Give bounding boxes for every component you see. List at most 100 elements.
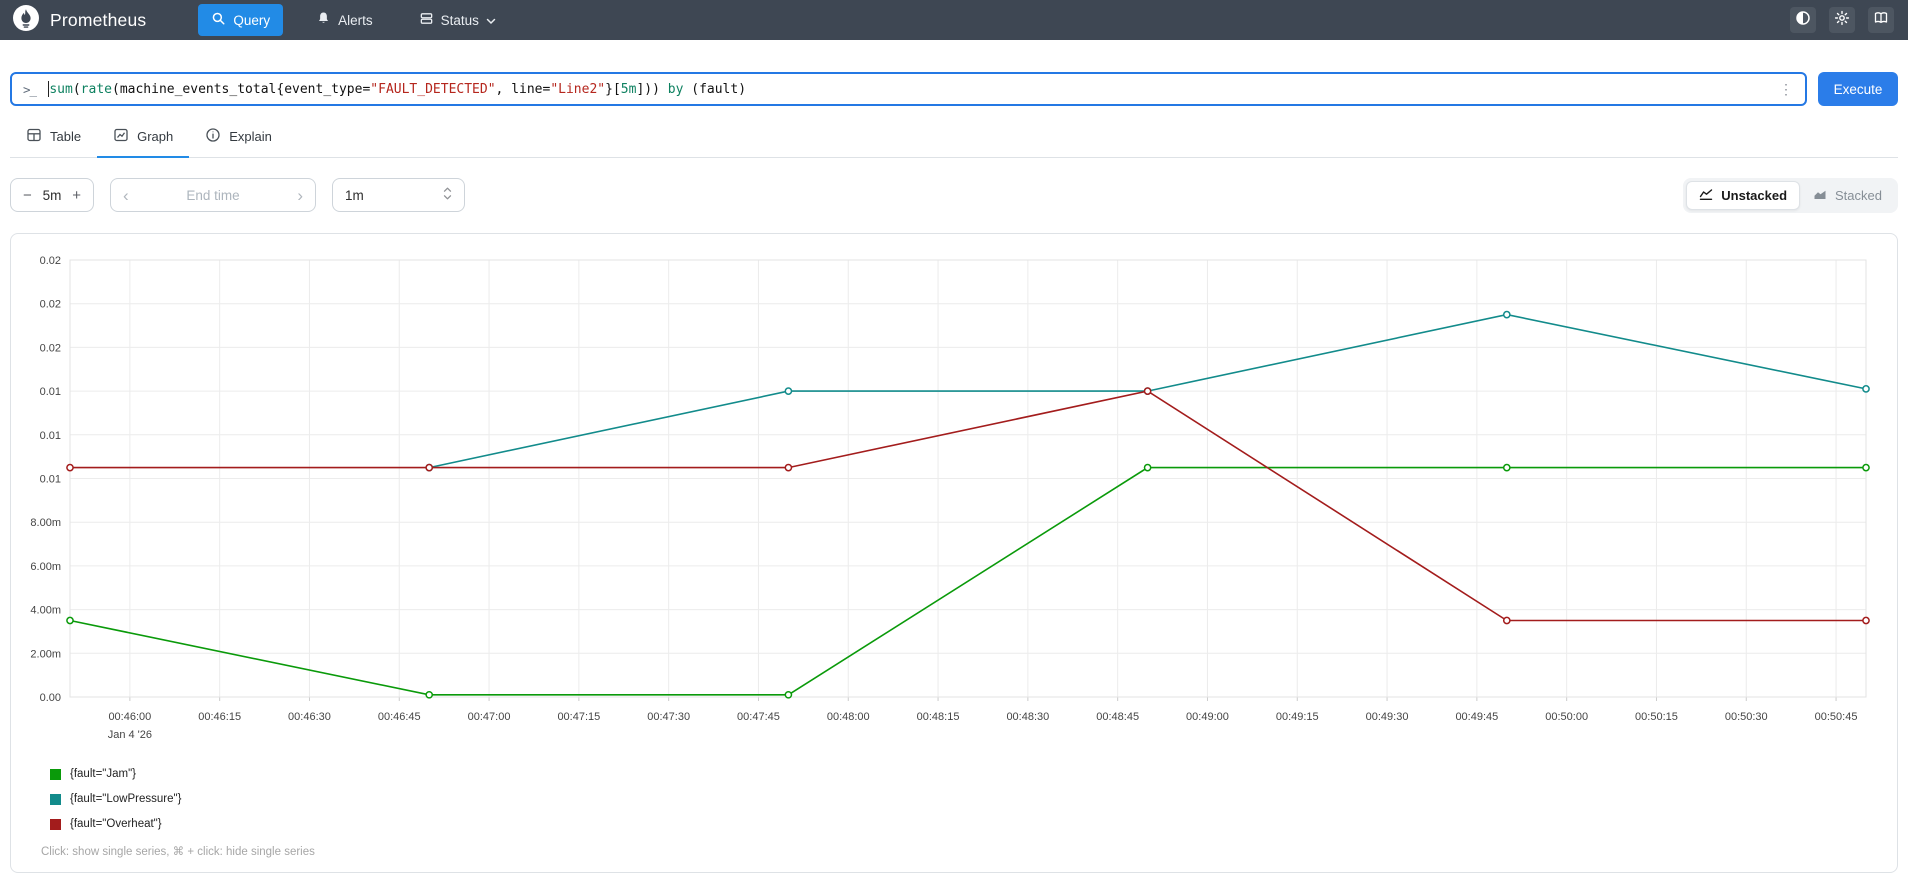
y-axis-tick-label: 8.00m	[30, 517, 61, 529]
data-point[interactable]	[1143, 463, 1152, 472]
data-point[interactable]	[1143, 387, 1152, 395]
x-axis-tick-label: 00:50:45	[1815, 711, 1858, 723]
unstacked-button[interactable]: Unstacked	[1686, 180, 1801, 210]
x-axis-tick-label: 00:46:45	[378, 711, 421, 723]
brand[interactable]: Prometheus	[12, 4, 146, 37]
nav-query-button[interactable]: Query	[198, 4, 284, 36]
end-time-input[interactable]: ‹ End time ›	[110, 178, 316, 212]
series-line	[70, 390, 1866, 622]
nav-status-dropdown[interactable]: Status	[406, 4, 509, 36]
navbar: Prometheus Query Alerts Status	[0, 0, 1908, 40]
promql-token-p: ,	[495, 81, 512, 97]
promql-token-p: (	[111, 81, 120, 97]
data-point[interactable]	[1502, 310, 1511, 319]
resolution-select[interactable]: 1m	[332, 178, 465, 212]
x-axis-tick-label: 00:48:45	[1096, 711, 1139, 723]
y-axis-tick-label: 0.01	[40, 386, 61, 398]
promql-token-label: event_type	[284, 81, 363, 97]
data-point[interactable]	[784, 387, 793, 395]
resolution-value: 1m	[345, 187, 364, 203]
promql-token-p: (	[683, 81, 700, 97]
area-chart-icon	[1813, 187, 1827, 204]
legend-item[interactable]: {fault="LowPressure"}	[50, 793, 1897, 805]
stacked-label: Stacked	[1835, 187, 1882, 203]
time-forward-chevron-icon[interactable]: ›	[297, 187, 303, 204]
graph-controls: − 5m + ‹ End time › 1m Unstacked Stacked	[10, 177, 1898, 213]
range-value[interactable]: 5m	[43, 188, 62, 203]
legend-item[interactable]: {fault="Jam"}	[50, 768, 1897, 780]
end-time-placeholder: End time	[186, 187, 240, 203]
promql-query-input[interactable]: >_ sum(rate(machine_events_total{event_t…	[10, 72, 1807, 106]
legend-item[interactable]: {fault="Overheat"}	[50, 818, 1897, 830]
promql-token-p: )	[738, 81, 747, 97]
x-axis-date-label: Jan 4 '26	[108, 729, 152, 741]
execute-button[interactable]: Execute	[1818, 72, 1898, 106]
data-point[interactable]	[66, 463, 74, 472]
server-stack-icon	[419, 11, 434, 29]
chevron-down-icon	[486, 13, 496, 28]
promql-token-fn: sum	[49, 81, 73, 97]
data-point[interactable]	[1862, 463, 1870, 472]
legend-label: {fault="Overheat"}	[70, 818, 162, 830]
app-title: Prometheus	[50, 9, 147, 30]
x-axis-tick-label: 00:49:15	[1276, 711, 1319, 723]
tab-graph[interactable]: Graph	[97, 118, 190, 158]
data-point[interactable]	[784, 463, 793, 472]
range-input[interactable]: − 5m +	[10, 178, 94, 212]
y-axis-tick-label: 6.00m	[30, 561, 61, 573]
promql-token-p: }	[605, 81, 613, 97]
x-axis-tick-label: 00:49:00	[1186, 711, 1229, 723]
theme-toggle-button[interactable]	[1790, 7, 1816, 33]
nav-alerts-button[interactable]: Alerts	[303, 4, 386, 36]
legend-label: {fault="Jam"}	[70, 768, 137, 780]
range-decrease-button[interactable]: −	[21, 187, 34, 204]
y-axis-tick-label: 0.02	[40, 299, 61, 311]
tab-explain-label: Explain	[229, 129, 272, 144]
x-axis-tick-label: 00:49:45	[1455, 711, 1498, 723]
x-axis-tick-label: 00:47:30	[647, 711, 690, 723]
tab-table[interactable]: Table	[10, 118, 97, 158]
book-icon	[1873, 10, 1889, 31]
x-axis-tick-label: 00:47:45	[737, 711, 780, 723]
legend-label: {fault="LowPressure"}	[70, 793, 182, 805]
promql-token-label: fault	[699, 81, 739, 97]
query-options-kebab-icon[interactable]: ⋮	[1777, 82, 1795, 96]
tab-graph-label: Graph	[137, 129, 174, 144]
legend-swatch-icon	[50, 793, 61, 805]
x-axis-tick-label: 00:47:15	[557, 711, 600, 723]
data-point[interactable]	[784, 690, 793, 699]
navbar-right-actions	[1790, 7, 1894, 33]
documentation-button[interactable]	[1868, 7, 1894, 33]
table-icon	[26, 127, 42, 146]
time-back-chevron-icon[interactable]: ‹	[123, 187, 129, 204]
x-axis-tick-label: 00:46:15	[198, 711, 241, 723]
stacking-toggle: Unstacked Stacked	[1683, 177, 1898, 213]
promql-token-fn: rate	[80, 81, 112, 97]
data-point[interactable]	[1502, 616, 1511, 625]
legend-swatch-icon	[50, 818, 61, 830]
x-axis-tick-label: 00:47:00	[468, 711, 511, 723]
nav-alerts-label: Alerts	[338, 12, 373, 28]
x-axis-tick-label: 00:46:30	[288, 711, 331, 723]
promql-token-label: line	[511, 81, 543, 97]
data-point[interactable]	[66, 616, 74, 625]
y-axis-tick-label: 0.01	[40, 474, 61, 486]
search-icon	[211, 11, 226, 29]
x-axis-tick-label: 00:48:15	[917, 711, 960, 723]
tab-explain[interactable]: Explain	[189, 118, 288, 158]
data-point[interactable]	[1862, 616, 1870, 625]
time-series-chart[interactable]: 0.02 0.02 0.02 0.01 0.01 0.01 8.00m 6.00m 4.00m 2…	[11, 234, 1897, 746]
data-point[interactable]	[1502, 463, 1511, 472]
series-line	[69, 466, 1866, 696]
data-point[interactable]	[1862, 385, 1870, 393]
x-axis-tick-label: 00:50:30	[1725, 711, 1768, 723]
y-axis-tick-label: 0.01	[40, 430, 61, 442]
stacked-button[interactable]: Stacked	[1800, 181, 1895, 210]
data-point[interactable]	[425, 463, 434, 472]
y-axis-tick-label: 2.00m	[30, 648, 61, 660]
data-point[interactable]	[425, 690, 434, 699]
settings-button[interactable]	[1829, 7, 1855, 33]
range-increase-button[interactable]: +	[70, 187, 83, 204]
promql-token-kw: by	[667, 81, 684, 97]
x-axis-tick-label: 00:46:00	[108, 711, 151, 723]
